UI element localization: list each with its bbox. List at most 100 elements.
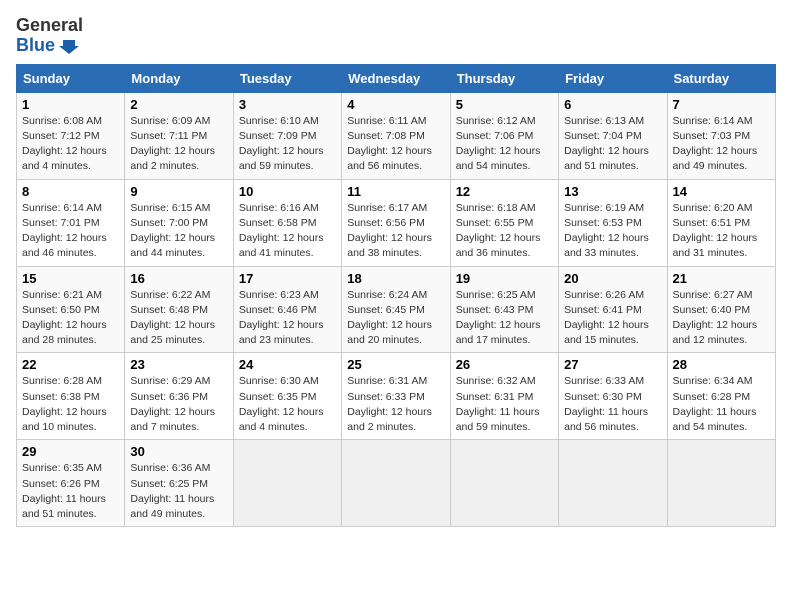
calendar-day-cell xyxy=(559,440,667,527)
calendar-day-cell xyxy=(342,440,450,527)
calendar-day-cell: 27Sunrise: 6:33 AMSunset: 6:30 PMDayligh… xyxy=(559,353,667,440)
day-detail: Sunrise: 6:20 AMSunset: 6:51 PMDaylight:… xyxy=(673,201,770,262)
day-detail: Sunrise: 6:19 AMSunset: 6:53 PMDaylight:… xyxy=(564,201,661,262)
day-detail: Sunrise: 6:27 AMSunset: 6:40 PMDaylight:… xyxy=(673,288,770,349)
day-number: 30 xyxy=(130,444,227,459)
calendar-day-cell xyxy=(667,440,775,527)
day-number: 21 xyxy=(673,271,770,286)
weekday-header-cell: Friday xyxy=(559,64,667,92)
day-number: 26 xyxy=(456,357,553,372)
day-number: 11 xyxy=(347,184,444,199)
calendar-week-row: 1 Sunrise: 6:08 AMSunset: 7:12 PMDaylight… xyxy=(17,92,776,179)
weekday-header-cell: Wednesday xyxy=(342,64,450,92)
calendar-day-cell: 10 Sunrise: 6:16 AMSunset: 6:58 PMDayligh… xyxy=(233,179,341,266)
calendar-day-cell: 24 Sunrise: 6:30 AMSunset: 6:35 PMDayligh… xyxy=(233,353,341,440)
calendar-day-cell: 11 Sunrise: 6:17 AMSunset: 6:56 PMDayligh… xyxy=(342,179,450,266)
calendar-day-cell: 29Sunrise: 6:35 AMSunset: 6:26 PMDayligh… xyxy=(17,440,125,527)
day-detail: Sunrise: 6:21 AMSunset: 6:50 PMDaylight:… xyxy=(22,288,119,349)
calendar-day-cell: 2 Sunrise: 6:09 AMSunset: 7:11 PMDaylight… xyxy=(125,92,233,179)
calendar-body: 1 Sunrise: 6:08 AMSunset: 7:12 PMDaylight… xyxy=(17,92,776,526)
day-detail: Sunrise: 6:14 AMSunset: 7:03 PMDaylight:… xyxy=(673,114,770,175)
day-number: 4 xyxy=(347,97,444,112)
calendar-week-row: 22 Sunrise: 6:28 AMSunset: 6:38 PMDayligh… xyxy=(17,353,776,440)
calendar-day-cell: 13Sunrise: 6:19 AMSunset: 6:53 PMDayligh… xyxy=(559,179,667,266)
calendar-day-cell: 5 Sunrise: 6:12 AMSunset: 7:06 PMDaylight… xyxy=(450,92,558,179)
day-detail: Sunrise: 6:24 AMSunset: 6:45 PMDaylight:… xyxy=(347,288,444,349)
day-detail: Sunrise: 6:15 AMSunset: 7:00 PMDaylight:… xyxy=(130,201,227,262)
calendar-day-cell: 16Sunrise: 6:22 AMSunset: 6:48 PMDayligh… xyxy=(125,266,233,353)
calendar-day-cell: 28 Sunrise: 6:34 AMSunset: 6:28 PMDayligh… xyxy=(667,353,775,440)
day-detail: Sunrise: 6:11 AMSunset: 7:08 PMDaylight:… xyxy=(347,114,444,175)
day-number: 15 xyxy=(22,271,119,286)
logo-text: General Blue xyxy=(16,16,83,56)
logo: General Blue xyxy=(16,16,83,56)
day-number: 2 xyxy=(130,97,227,112)
day-detail: Sunrise: 6:13 AMSunset: 7:04 PMDaylight:… xyxy=(564,114,661,175)
day-detail: Sunrise: 6:36 AMSunset: 6:25 PMDaylight:… xyxy=(130,461,227,522)
calendar-day-cell: 23 Sunrise: 6:29 AMSunset: 6:36 PMDayligh… xyxy=(125,353,233,440)
calendar-day-cell: 9 Sunrise: 6:15 AMSunset: 7:00 PMDaylight… xyxy=(125,179,233,266)
calendar-day-cell xyxy=(450,440,558,527)
day-number: 5 xyxy=(456,97,553,112)
day-number: 8 xyxy=(22,184,119,199)
day-number: 24 xyxy=(239,357,336,372)
day-number: 29 xyxy=(22,444,119,459)
day-detail: Sunrise: 6:30 AMSunset: 6:35 PMDaylight:… xyxy=(239,374,336,435)
day-number: 9 xyxy=(130,184,227,199)
weekday-header-cell: Sunday xyxy=(17,64,125,92)
day-detail: Sunrise: 6:34 AMSunset: 6:28 PMDaylight:… xyxy=(673,374,770,435)
calendar-day-cell: 14 Sunrise: 6:20 AMSunset: 6:51 PMDayligh… xyxy=(667,179,775,266)
day-detail: Sunrise: 6:12 AMSunset: 7:06 PMDaylight:… xyxy=(456,114,553,175)
day-detail: Sunrise: 6:08 AMSunset: 7:12 PMDaylight:… xyxy=(22,114,119,175)
day-number: 20 xyxy=(564,271,661,286)
calendar-day-cell: 22 Sunrise: 6:28 AMSunset: 6:38 PMDayligh… xyxy=(17,353,125,440)
calendar-day-cell: 26 Sunrise: 6:32 AMSunset: 6:31 PMDayligh… xyxy=(450,353,558,440)
day-number: 28 xyxy=(673,357,770,372)
calendar-day-cell: 21 Sunrise: 6:27 AMSunset: 6:40 PMDayligh… xyxy=(667,266,775,353)
weekday-header-cell: Thursday xyxy=(450,64,558,92)
calendar-day-cell: 3 Sunrise: 6:10 AMSunset: 7:09 PMDaylight… xyxy=(233,92,341,179)
day-detail: Sunrise: 6:10 AMSunset: 7:09 PMDaylight:… xyxy=(239,114,336,175)
calendar-day-cell: 17Sunrise: 6:23 AMSunset: 6:46 PMDayligh… xyxy=(233,266,341,353)
day-detail: Sunrise: 6:32 AMSunset: 6:31 PMDaylight:… xyxy=(456,374,553,435)
calendar-day-cell: 7Sunrise: 6:14 AMSunset: 7:03 PMDaylight… xyxy=(667,92,775,179)
calendar-day-cell: 1 Sunrise: 6:08 AMSunset: 7:12 PMDaylight… xyxy=(17,92,125,179)
calendar-day-cell: 30 Sunrise: 6:36 AMSunset: 6:25 PMDayligh… xyxy=(125,440,233,527)
weekday-header-cell: Monday xyxy=(125,64,233,92)
day-number: 1 xyxy=(22,97,119,112)
day-number: 17 xyxy=(239,271,336,286)
calendar-week-row: 15 Sunrise: 6:21 AMSunset: 6:50 PMDayligh… xyxy=(17,266,776,353)
calendar-day-cell: 12Sunrise: 6:18 AMSunset: 6:55 PMDayligh… xyxy=(450,179,558,266)
day-number: 6 xyxy=(564,97,661,112)
calendar-day-cell: 25Sunrise: 6:31 AMSunset: 6:33 PMDayligh… xyxy=(342,353,450,440)
day-detail: Sunrise: 6:25 AMSunset: 6:43 PMDaylight:… xyxy=(456,288,553,349)
day-number: 25 xyxy=(347,357,444,372)
calendar-day-cell: 18 Sunrise: 6:24 AMSunset: 6:45 PMDayligh… xyxy=(342,266,450,353)
day-detail: Sunrise: 6:22 AMSunset: 6:48 PMDaylight:… xyxy=(130,288,227,349)
calendar-day-cell: 4 Sunrise: 6:11 AMSunset: 7:08 PMDaylight… xyxy=(342,92,450,179)
day-detail: Sunrise: 6:18 AMSunset: 6:55 PMDaylight:… xyxy=(456,201,553,262)
weekday-header-cell: Tuesday xyxy=(233,64,341,92)
day-detail: Sunrise: 6:29 AMSunset: 6:36 PMDaylight:… xyxy=(130,374,227,435)
arrow-logo-icon xyxy=(59,36,79,56)
day-detail: Sunrise: 6:28 AMSunset: 6:38 PMDaylight:… xyxy=(22,374,119,435)
calendar-day-cell: 15 Sunrise: 6:21 AMSunset: 6:50 PMDayligh… xyxy=(17,266,125,353)
day-number: 3 xyxy=(239,97,336,112)
weekday-header-row: SundayMondayTuesdayWednesdayThursdayFrid… xyxy=(17,64,776,92)
day-number: 14 xyxy=(673,184,770,199)
day-detail: Sunrise: 6:16 AMSunset: 6:58 PMDaylight:… xyxy=(239,201,336,262)
day-number: 22 xyxy=(22,357,119,372)
weekday-header-cell: Saturday xyxy=(667,64,775,92)
calendar-week-row: 8Sunrise: 6:14 AMSunset: 7:01 PMDaylight… xyxy=(17,179,776,266)
calendar-day-cell: 6 Sunrise: 6:13 AMSunset: 7:04 PMDaylight… xyxy=(559,92,667,179)
page-header: General Blue xyxy=(16,16,776,56)
calendar-week-row: 29Sunrise: 6:35 AMSunset: 6:26 PMDayligh… xyxy=(17,440,776,527)
day-number: 10 xyxy=(239,184,336,199)
day-number: 18 xyxy=(347,271,444,286)
day-detail: Sunrise: 6:17 AMSunset: 6:56 PMDaylight:… xyxy=(347,201,444,262)
day-number: 23 xyxy=(130,357,227,372)
calendar-table: SundayMondayTuesdayWednesdayThursdayFrid… xyxy=(16,64,776,527)
calendar-day-cell xyxy=(233,440,341,527)
calendar-day-cell: 20Sunrise: 6:26 AMSunset: 6:41 PMDayligh… xyxy=(559,266,667,353)
day-detail: Sunrise: 6:09 AMSunset: 7:11 PMDaylight:… xyxy=(130,114,227,175)
